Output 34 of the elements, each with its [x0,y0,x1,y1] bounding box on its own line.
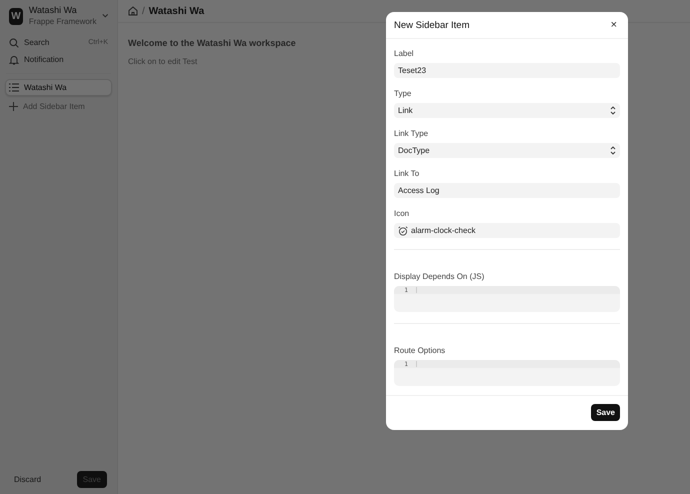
search-icon [9,38,19,48]
list-icon [9,83,19,92]
dialog-title: New Sidebar Item [394,20,470,30]
up-down-caret-icon [610,106,616,115]
workspace-avatar: W [9,8,23,24]
field-label: Link Type [394,129,430,138]
workspace-name: Watashi Wa [28,5,78,16]
breadcrumb-title[interactable]: Watashi Wa [148,6,204,16]
home-icon[interactable] [128,6,138,16]
select-field[interactable]: DocType [394,143,620,158]
sidebar-item[interactable]: Notification [6,52,111,67]
workspace-subtext: Click on to edit Test [128,57,198,66]
workspace-heading: Welcome to the Watashi Wa workspace [128,38,297,48]
up-down-caret-icon [610,146,616,155]
text-field[interactable]: Teset23 [394,63,620,78]
save-button[interactable]: Save [591,404,620,421]
field-label: Icon [394,209,410,218]
bell-icon [9,54,19,64]
close-button[interactable]: × [608,19,620,31]
field-label: Label [394,49,415,58]
field-label: Route Options [394,346,446,355]
chevron-down-icon[interactable] [102,13,109,19]
discard-button[interactable]: Discard [10,472,46,487]
field-label: Display Depends On (JS) [394,272,486,281]
workspace-subtitle: Frappe Framework [28,16,96,27]
field-label: Type [394,89,412,98]
icon-field[interactable]: alarm-clock-check [394,223,620,238]
alarm-clock-icon [398,226,408,236]
select-field[interactable]: Link [394,103,620,118]
sidebar-item[interactable]: Watashi Wa [6,80,111,95]
plus-icon [9,102,18,111]
field-label: Link To [394,169,420,178]
breadcrumb-separator: / [142,6,145,16]
text-field[interactable]: Access Log [394,183,620,198]
